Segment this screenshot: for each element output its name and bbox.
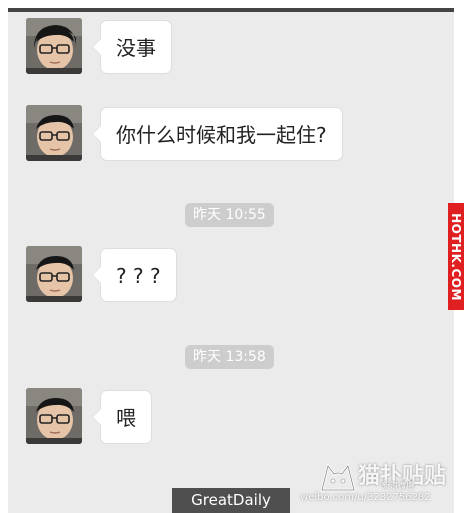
watermark: 猫扑贴贴 新浪微博 weibo.com/u/3232756282: [300, 458, 464, 513]
avatar[interactable]: [26, 388, 82, 444]
message-text: 你什么时候和我一起住?: [116, 123, 327, 147]
timestamp-text: 昨天 13:58: [193, 349, 266, 365]
watermark-subtitle: 新浪微博: [382, 481, 414, 490]
avatar-photo-icon: [26, 246, 82, 302]
avatar-photo-icon: [26, 388, 82, 444]
message-text: 没事: [116, 36, 156, 60]
avatar[interactable]: [26, 18, 82, 74]
screenshot-frame: 没事 你什么时候和我一起住? 昨天 10:55 ? ? ? 昨天 13:58 喂…: [0, 0, 464, 513]
source-label-text: GreatDaily: [191, 491, 271, 509]
chat-panel[interactable]: 没事 你什么时候和我一起住? 昨天 10:55 ? ? ? 昨天 13:58 喂: [8, 8, 454, 513]
source-label: GreatDaily: [172, 488, 290, 513]
timestamp-label: 昨天 10:55: [185, 203, 274, 227]
message-text: 喂: [116, 406, 136, 430]
message-bubble[interactable]: ? ? ?: [92, 248, 177, 302]
message-bubble[interactable]: 没事: [92, 20, 172, 74]
message-bubble[interactable]: 喂: [92, 390, 152, 444]
message-text: ? ? ?: [116, 264, 161, 288]
cat-logo-icon: [320, 463, 356, 492]
avatar[interactable]: [26, 105, 82, 161]
watermark-url: weibo.com/u/3232756282: [300, 492, 431, 503]
avatar[interactable]: [26, 246, 82, 302]
message-bubble[interactable]: 你什么时候和我一起住?: [92, 107, 343, 161]
side-watermark-banner: HOTHK.COM: [448, 203, 464, 310]
side-banner-text: HOTHK.COM: [449, 212, 463, 301]
avatar-photo-icon: [26, 18, 82, 74]
avatar-photo-icon: [26, 105, 82, 161]
timestamp-text: 昨天 10:55: [193, 207, 266, 223]
timestamp-label: 昨天 13:58: [185, 345, 274, 369]
